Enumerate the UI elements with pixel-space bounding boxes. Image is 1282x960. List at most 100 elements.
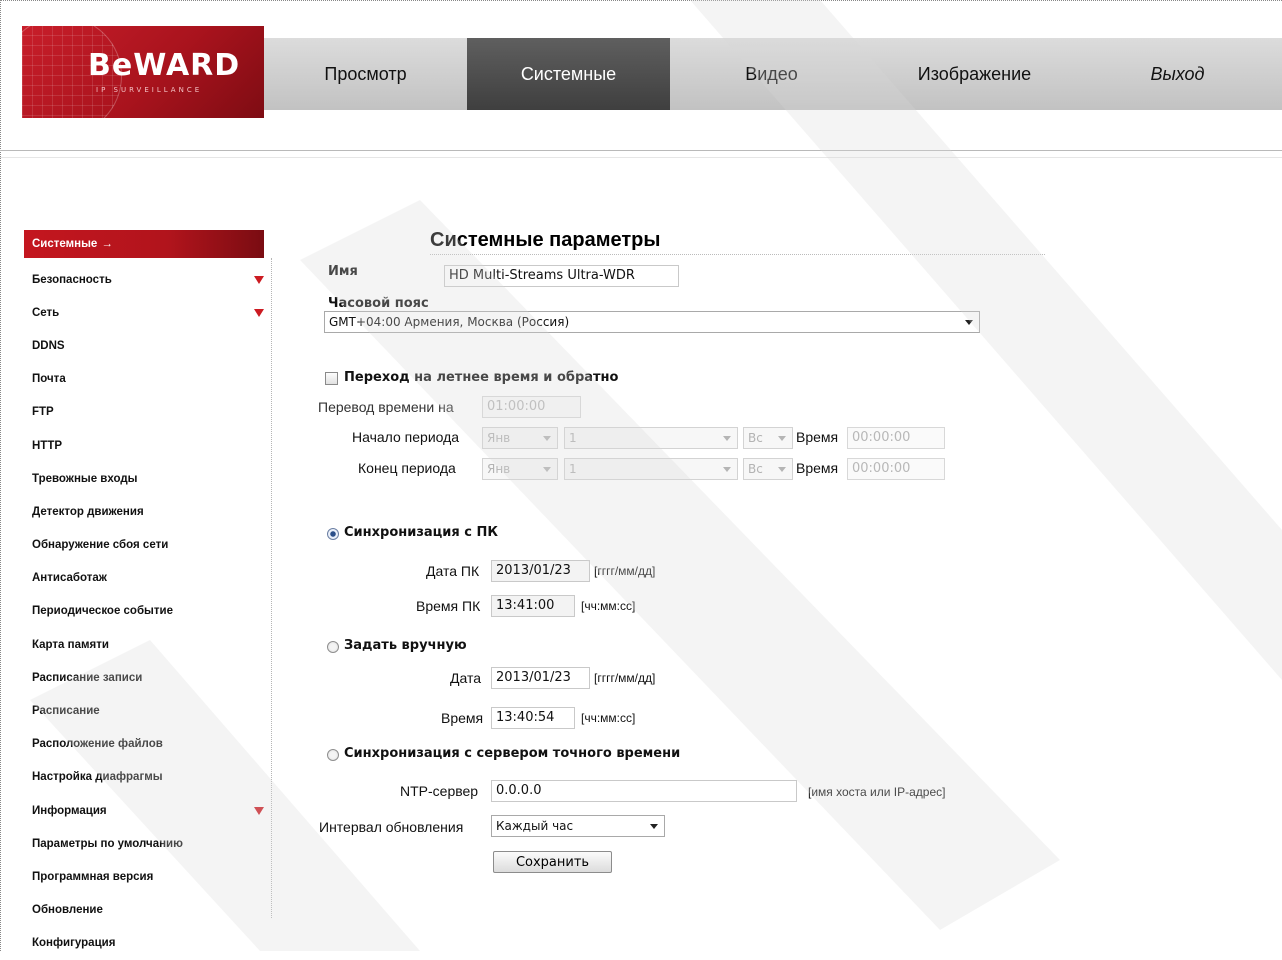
sidebar-item-label: Расположение файлов: [32, 738, 163, 751]
sidebar-item[interactable]: Конфигурация: [24, 927, 264, 960]
sidebar-item[interactable]: FTP: [24, 396, 264, 429]
manual-time-label: Время: [441, 710, 484, 726]
sidebar-item-label: Расписание записи: [32, 671, 143, 684]
sidebar-item[interactable]: Тревожные входы: [24, 462, 264, 495]
sidebar-item[interactable]: Карта памяти: [24, 628, 264, 661]
chevron-down-icon: [543, 467, 551, 472]
dst-start-month-select[interactable]: Янв: [482, 427, 558, 449]
expand-triangle-icon[interactable]: [254, 276, 264, 284]
pc-time-label: Время ПК: [416, 598, 481, 614]
sidebar-menu: Системные → Безопасность Сеть DDNS Почта FTP HT…: [24, 230, 264, 960]
ntp-server-label: NTP-сервер: [400, 783, 479, 799]
nav-system[interactable]: Системные: [467, 38, 670, 110]
manual-radio[interactable]: [327, 641, 339, 653]
dst-checkbox[interactable]: [325, 372, 338, 385]
expand-triangle-icon[interactable]: [254, 309, 264, 318]
page-border-top: [0, 0, 1282, 1]
dst-shift-input[interactable]: 01:00:00: [482, 396, 581, 418]
sidebar-item-label: Детектор движения: [32, 505, 144, 518]
logo-subtitle: IP SURVEILLANCE: [96, 86, 203, 94]
sidebar-item-label: Настройка диафрагмы: [32, 771, 163, 784]
sidebar-item-label: Периодическое событие: [32, 605, 173, 618]
sidebar-item[interactable]: Системные →: [24, 230, 264, 258]
dst-end-day-select[interactable]: Вс: [743, 458, 793, 480]
expand-triangle-icon[interactable]: [254, 807, 264, 815]
save-button[interactable]: Сохранить: [493, 851, 612, 873]
sidebar-item-label: Безопасность: [32, 273, 112, 286]
sidebar-item[interactable]: Программная версия: [24, 860, 264, 893]
sidebar-item[interactable]: Периодическое событие: [24, 595, 264, 628]
dst-start-label: Начало периода: [352, 429, 460, 445]
manual-time-input[interactable]: 13:40:54: [491, 707, 575, 729]
nav-exit[interactable]: Выход: [1076, 38, 1279, 110]
sidebar-item[interactable]: Почта: [24, 363, 264, 396]
interval-select[interactable]: Каждый час: [491, 815, 665, 837]
dst-end-month-select[interactable]: Янв: [482, 458, 558, 480]
sidebar-item[interactable]: Детектор движения: [24, 495, 264, 528]
sidebar-item[interactable]: Параметры по умолчанию: [24, 827, 264, 860]
sidebar-item-label: Расписание: [32, 705, 100, 718]
page-border-left: [0, 0, 1, 951]
sidebar-item-label: Программная версия: [32, 870, 154, 883]
dst-start-day-select[interactable]: Вс: [743, 427, 793, 449]
pc-date-hint: [гггг/мм/дд]: [594, 564, 656, 578]
header-divider-light: [0, 157, 1282, 158]
manual-label: Задать вручную: [344, 638, 467, 653]
interval-label: Интервал обновления: [319, 819, 464, 835]
name-label: Имя: [328, 264, 358, 279]
sidebar-item-label: Карта памяти: [32, 638, 109, 651]
sidebar-item[interactable]: Расположение файлов: [24, 728, 264, 761]
timezone-value: GMT+04:00 Армения, Москва (Россия): [329, 315, 570, 329]
dst-label: Переход на летнее время и обратно: [344, 370, 619, 385]
pc-time-hint: [чч:мм:сс]: [581, 599, 636, 613]
sidebar-item-label: Сеть: [32, 306, 60, 319]
sidebar-item-label: Антисаботаж: [32, 572, 107, 585]
dst-end-week-value: 1: [569, 462, 577, 476]
sidebar-item[interactable]: Обнаружение сбоя сети: [24, 529, 264, 562]
sidebar-item-label: Почта: [32, 373, 66, 386]
dst-start-time-input[interactable]: 00:00:00: [847, 427, 945, 449]
sidebar-item[interactable]: Расписание записи: [24, 661, 264, 694]
ntp-server-hint: [имя хоста или IP-адрес]: [808, 785, 946, 799]
sidebar-item[interactable]: Сеть: [24, 296, 264, 329]
nav-view[interactable]: Просмотр: [264, 38, 467, 110]
sync-pc-label: Синхронизация с ПК: [344, 525, 499, 540]
chevron-down-icon: [723, 467, 731, 472]
sidebar-item[interactable]: Обновление: [24, 894, 264, 927]
manual-date-label: Дата: [450, 670, 482, 686]
sidebar-item[interactable]: HTTP: [24, 429, 264, 462]
sidebar-item[interactable]: Безопасность: [24, 263, 264, 296]
sidebar-item[interactable]: Настройка диафрагмы: [24, 761, 264, 794]
timezone-select[interactable]: GMT+04:00 Армения, Москва (Россия): [324, 311, 980, 333]
dst-end-time-input[interactable]: 00:00:00: [847, 458, 945, 480]
arrow-right-icon: →: [101, 238, 113, 250]
top-navigation: Просмотр Системные Видео Изображение Вых…: [264, 38, 1282, 110]
beward-logo: BeWARD IP SURVEILLANCE: [22, 26, 264, 118]
name-input[interactable]: HD Multi-Streams Ultra-WDR: [444, 265, 679, 287]
sidebar-item-label: DDNS: [32, 339, 65, 352]
timezone-label: Часовой пояс: [328, 296, 429, 311]
sidebar-item[interactable]: Расписание: [24, 694, 264, 727]
sidebar-item-label: Информация: [32, 804, 107, 817]
header-divider: [0, 150, 1282, 151]
sidebar-item-label: Параметры по умолчанию: [32, 837, 183, 850]
chevron-down-icon: [650, 824, 658, 829]
dst-end-label: Конец периода: [358, 460, 456, 476]
sync-pc-radio[interactable]: [327, 528, 339, 540]
sidebar-item[interactable]: DDNS: [24, 329, 264, 362]
dst-end-week-select[interactable]: 1: [564, 458, 738, 480]
dst-start-day-value: Вс: [748, 431, 763, 445]
nav-image[interactable]: Изображение: [873, 38, 1076, 110]
nav-video[interactable]: Видео: [670, 38, 873, 110]
sidebar-item[interactable]: Антисаботаж: [24, 562, 264, 595]
ntp-server-input[interactable]: 0.0.0.0: [491, 780, 797, 802]
chevron-down-icon: [965, 320, 973, 325]
ntp-radio[interactable]: [327, 749, 339, 761]
sidebar-item-label: Обнаружение сбоя сети: [32, 539, 169, 552]
manual-date-hint: [гггг/мм/дд]: [594, 671, 656, 685]
logo-text: BeWARD: [88, 48, 241, 83]
dst-end-day-value: Вс: [748, 462, 763, 476]
sidebar-item[interactable]: Информация: [24, 794, 264, 827]
dst-start-week-select[interactable]: 1: [564, 427, 738, 449]
manual-date-input[interactable]: 2013/01/23: [491, 667, 590, 689]
